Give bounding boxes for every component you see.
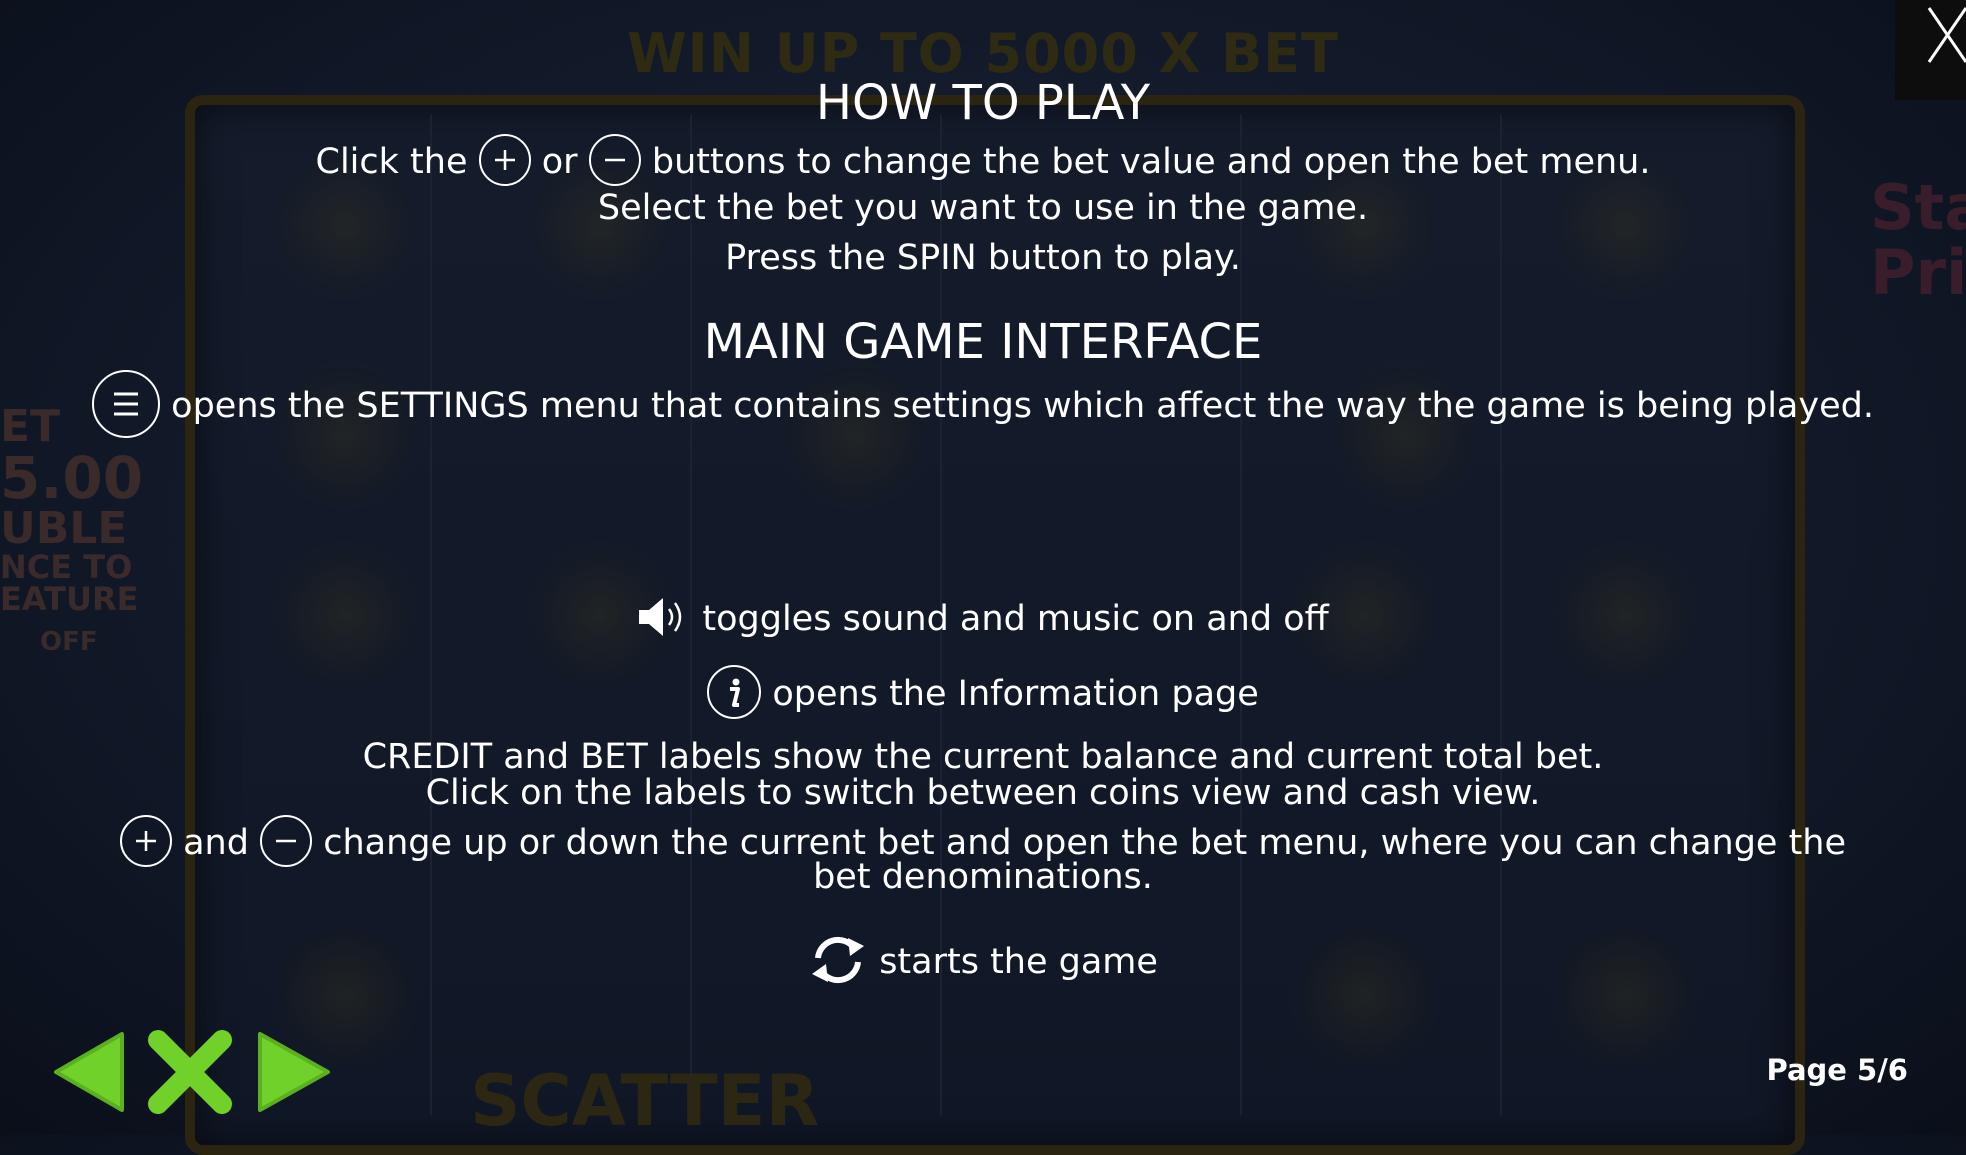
close-x-icon: [148, 1030, 232, 1114]
text: starts the game: [879, 942, 1158, 982]
spin-icon: [808, 932, 868, 988]
sound-description: toggles sound and music on and off: [0, 597, 1966, 643]
settings-description: opens the SETTINGS menu that contains se…: [0, 370, 1966, 441]
how-to-play-title: HOW TO PLAY: [815, 75, 1151, 131]
arrow-right-icon: [258, 1032, 330, 1112]
credit-description-line-1: CREDIT and BET labels show the current b…: [362, 737, 1604, 777]
next-page-button[interactable]: [258, 1030, 332, 1118]
text: toggles sound and music on and off: [702, 599, 1329, 639]
main-interface-title: MAIN GAME INTERFACE: [703, 314, 1263, 370]
bet-buttons-description-line-2: bet denominations.: [813, 857, 1153, 897]
text: opens the SETTINGS menu that contains se…: [171, 386, 1874, 426]
text: or: [541, 142, 578, 182]
text: Click the: [315, 142, 468, 182]
plus-icon: [478, 134, 531, 186]
page-indicator: Page 5/6: [1766, 1053, 1908, 1087]
close-button[interactable]: [1895, 0, 1966, 100]
help-page: HOW TO PLAY Click the or buttons to chan…: [0, 0, 1966, 1135]
speaker-icon: [637, 594, 691, 640]
text: buttons to change the bet value and open…: [651, 142, 1651, 182]
info-icon: [707, 665, 762, 719]
info-description: opens the Information page: [0, 665, 1966, 722]
menu-icon: [92, 370, 161, 438]
how-to-play-line-1: Click the or buttons to change the bet v…: [0, 134, 1966, 189]
arrow-left-icon: [54, 1032, 124, 1112]
spin-description: starts the game: [0, 935, 1966, 991]
previous-page-button[interactable]: [50, 1030, 124, 1118]
minus-icon: [588, 134, 641, 186]
close-icon: [1927, 7, 1966, 63]
how-to-play-line-3: Press the SPIN button to play.: [725, 238, 1241, 278]
how-to-play-line-2: Select the bet you want to use in the ga…: [597, 188, 1369, 228]
text: opens the Information page: [772, 674, 1259, 714]
credit-description-line-2: Click on the labels to switch between co…: [425, 773, 1541, 813]
close-help-button[interactable]: [146, 1030, 234, 1118]
